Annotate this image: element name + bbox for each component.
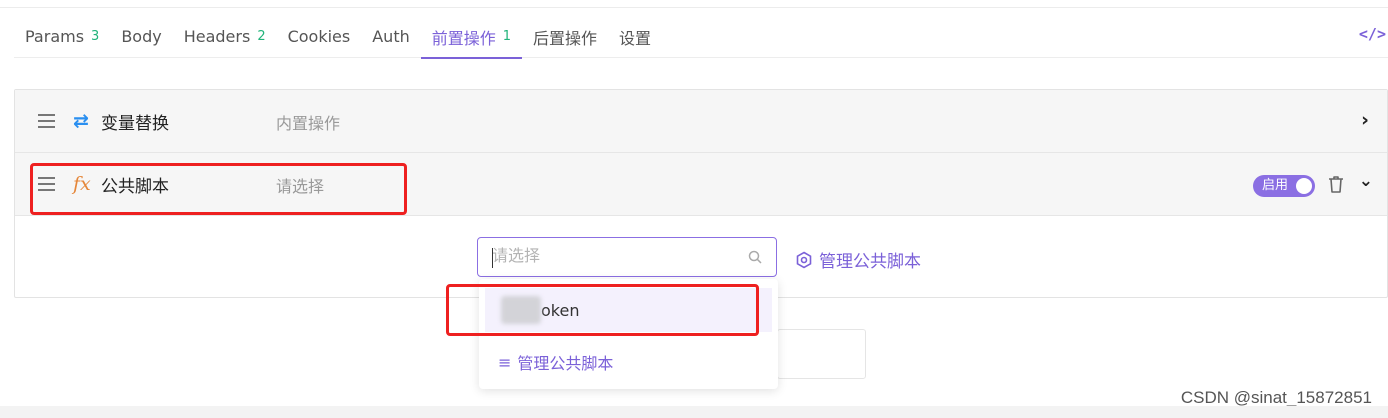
- tab-body[interactable]: Body: [110, 16, 172, 58]
- tab-count-badge: 2: [257, 29, 266, 44]
- tab-count-badge: 1: [502, 29, 512, 44]
- tab-label: 后置操作: [533, 28, 598, 48]
- bottom-band: [0, 406, 1388, 418]
- search-icon: [748, 250, 762, 264]
- tab-auth[interactable]: Auth: [361, 16, 421, 58]
- toggle-label: 启用: [1262, 178, 1289, 193]
- tab-label: 设置: [619, 28, 652, 48]
- chevron-right-icon[interactable]: ›: [1361, 109, 1369, 131]
- request-tabs: Params 3 Body Headers 2 Cookies Auth 前置操作 1…: [14, 16, 1388, 59]
- operation-row-variable-replace[interactable]: ⇄ 变量替换 内置操作 ›: [15, 90, 1387, 153]
- hexagon-settings-icon: [796, 251, 812, 268]
- manage-link-label: 管理公共脚本: [819, 252, 921, 272]
- red-highlight-box: [446, 284, 759, 336]
- code-view-toggle[interactable]: </>: [1359, 25, 1386, 43]
- tab-label: Headers: [183, 27, 251, 46]
- dropdown-manage-scripts[interactable]: ≡ 管理公共脚本: [485, 340, 772, 384]
- manage-option-label: 管理公共脚本: [517, 354, 614, 373]
- text-caret: [492, 248, 493, 268]
- trash-icon[interactable]: [1327, 174, 1345, 194]
- loop-arrows-icon: ⇄: [73, 110, 89, 132]
- tab-label: Params: [25, 27, 85, 46]
- manage-public-scripts-link[interactable]: 管理公共脚本: [795, 247, 921, 272]
- tab-headers[interactable]: Headers 2: [173, 16, 277, 58]
- tab-settings[interactable]: 设置: [608, 16, 662, 58]
- menu-lines-icon: ≡: [498, 352, 512, 372]
- operation-type: 内置操作: [276, 114, 341, 133]
- operation-name: 变量替换: [101, 114, 169, 134]
- script-search-field[interactable]: [478, 238, 718, 276]
- watermark: CSDN @sinat_15872851: [1180, 388, 1372, 407]
- tab-cookies[interactable]: Cookies: [277, 16, 362, 58]
- toggle-knob: [1296, 178, 1312, 194]
- tab-pre-operations[interactable]: 前置操作 1: [420, 16, 523, 59]
- drag-handle-icon[interactable]: [38, 114, 55, 132]
- tab-label: 前置操作: [431, 28, 496, 48]
- tab-params[interactable]: Params 3: [14, 16, 110, 58]
- tab-label: Body: [121, 27, 162, 46]
- red-highlight-box: [30, 163, 407, 215]
- tab-label: Cookies: [287, 27, 351, 46]
- enable-toggle[interactable]: 启用: [1253, 175, 1315, 197]
- chevron-down-icon[interactable]: ⌄: [1359, 171, 1373, 191]
- top-divider: [0, 7, 1388, 8]
- tab-label: Auth: [372, 27, 410, 46]
- background-box: [777, 329, 866, 379]
- tab-post-operations[interactable]: 后置操作: [522, 16, 608, 58]
- script-select-input[interactable]: [477, 237, 777, 277]
- tab-count-badge: 3: [91, 29, 100, 44]
